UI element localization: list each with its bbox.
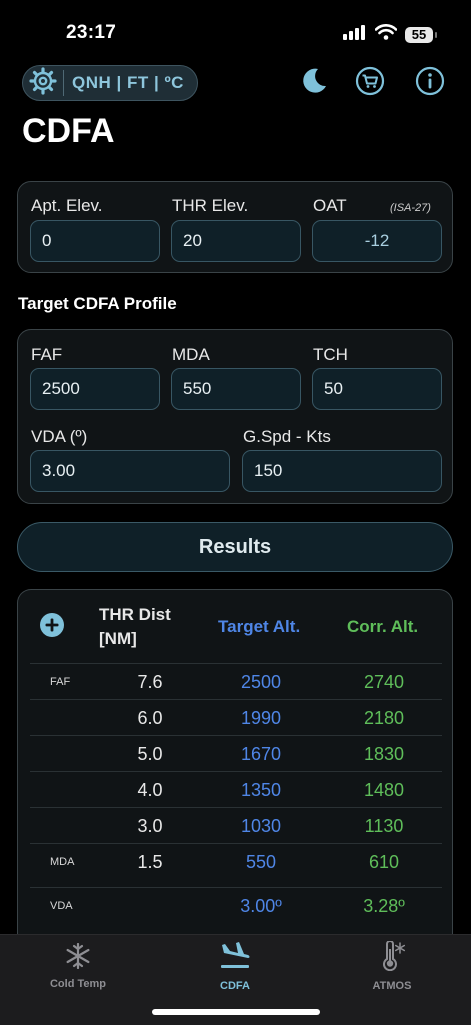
thermometer-icon xyxy=(378,940,406,976)
tab-cdfa-label: CDFA xyxy=(220,980,250,992)
corr-alt-cell: 1130 xyxy=(364,815,404,836)
apt-elev-label: Apt. Elev. xyxy=(31,196,103,215)
dark-mode-toggle[interactable] xyxy=(298,66,330,100)
target-alt-cell: 1990 xyxy=(240,707,282,728)
units-separator xyxy=(63,70,64,96)
results-card: THR Dist [NM] Target Alt. Corr. Alt. FAF… xyxy=(17,589,453,939)
target-alt-cell: 3.00º xyxy=(240,895,282,916)
table-row: MDA 1.5 550 610 xyxy=(30,843,442,880)
table-row: 4.0 1350 1480 xyxy=(30,771,442,808)
apt-elev-field[interactable]: 0 xyxy=(30,220,160,262)
tab-cold-temp-label: Cold Temp xyxy=(49,978,106,990)
airport-card: Apt. Elev. 0 THR Elev. 20 OAT (ISA-27) -… xyxy=(17,181,453,273)
units-label: QNH | FT | ºC xyxy=(72,73,184,92)
target-alt-cell: 1350 xyxy=(240,779,282,800)
thr-dist-cell: 7.6 xyxy=(137,671,163,692)
row-tag: FAF xyxy=(50,676,71,688)
vda-field[interactable]: 3.00 xyxy=(30,450,230,492)
profile-card: FAF 2500 MDA 550 TCH 50 VDA (º) 3.00 G.S… xyxy=(17,329,453,504)
oat-field[interactable]: -12 xyxy=(312,220,442,262)
home-indicator xyxy=(152,1009,320,1015)
tch-field[interactable]: 50 xyxy=(312,368,442,410)
gear-icon xyxy=(29,66,57,100)
page-title: CDFA xyxy=(22,112,115,150)
target-alt-cell: 1030 xyxy=(240,815,282,836)
corr-alt-cell: 2180 xyxy=(363,707,405,728)
thr-dist-cell xyxy=(125,888,175,924)
col-thr-dist-line1: THR Dist xyxy=(99,605,171,624)
snowflake-icon xyxy=(65,942,91,974)
moon-icon xyxy=(299,66,329,101)
info-button[interactable] xyxy=(414,66,446,100)
table-row: 5.0 1670 1830 xyxy=(30,735,442,772)
add-row-button[interactable] xyxy=(40,613,64,637)
corr-alt-cell: 610 xyxy=(368,851,400,872)
store-button[interactable] xyxy=(354,66,386,100)
row-tag: VDA xyxy=(50,900,73,912)
airplane-landing-icon xyxy=(219,941,251,976)
thr-dist-cell: 6.0 xyxy=(137,707,163,728)
col-thr-dist-line2: [NM] xyxy=(99,629,137,648)
corr-alt-cell: 2740 xyxy=(363,671,405,692)
col-thr-dist-header: THR Dist [NM] xyxy=(99,603,171,651)
target-alt-cell: 1670 xyxy=(240,743,282,764)
status-icons: 55 xyxy=(343,24,437,45)
status-time: 23:17 xyxy=(66,22,117,43)
table-row: FAF 7.6 2500 2740 xyxy=(30,663,442,700)
corr-alt-cell: 3.28º xyxy=(363,895,405,916)
table-row: VDA 3.00º 3.28º xyxy=(30,887,442,924)
row-tag: MDA xyxy=(50,856,75,868)
tab-atmos[interactable]: ATMOS xyxy=(332,935,452,995)
profile-section-title: Target CDFA Profile xyxy=(18,294,177,313)
cart-icon xyxy=(355,66,385,101)
thr-dist-cell: 4.0 xyxy=(137,779,163,800)
info-icon xyxy=(415,66,445,101)
corr-alt-cell: 1480 xyxy=(363,779,405,800)
mda-label: MDA xyxy=(172,345,210,364)
oat-label: OAT xyxy=(313,196,347,215)
plus-circle-icon xyxy=(40,613,64,641)
thr-dist-cell: 3.0 xyxy=(137,815,163,836)
thr-dist-cell: 1.5 xyxy=(137,851,163,872)
target-alt-cell: 2500 xyxy=(240,671,282,692)
isa-deviation-note: (ISA-27) xyxy=(390,202,431,214)
gspd-label: G.Spd - Kts xyxy=(243,427,331,446)
units-settings-button[interactable]: QNH | FT | ºC xyxy=(22,65,198,101)
tab-cold-temp[interactable]: Cold Temp xyxy=(18,935,138,995)
tab-cdfa[interactable]: CDFA xyxy=(175,935,295,995)
mda-field[interactable]: 550 xyxy=(171,368,301,410)
col-corr-alt-header: Corr. Alt. xyxy=(347,617,419,636)
wifi-icon xyxy=(374,24,398,45)
target-alt-cell: 550 xyxy=(245,851,277,872)
faf-field[interactable]: 2500 xyxy=(30,368,160,410)
thr-elev-label: THR Elev. xyxy=(172,196,249,215)
vda-label: VDA (º) xyxy=(31,427,88,446)
corr-alt-cell: 1830 xyxy=(363,743,405,764)
table-row: 3.0 1030 1130 xyxy=(30,807,442,844)
thr-dist-cell: 5.0 xyxy=(137,743,163,764)
table-row: 6.0 1990 2180 xyxy=(30,699,442,736)
faf-label: FAF xyxy=(31,345,63,364)
gspd-field[interactable]: 150 xyxy=(242,450,442,492)
tab-atmos-label: ATMOS xyxy=(372,980,412,992)
col-target-alt-header: Target Alt. xyxy=(218,617,301,636)
tch-label: TCH xyxy=(313,345,348,364)
signal-icon xyxy=(343,24,367,45)
results-button[interactable]: Results xyxy=(17,522,453,572)
battery-icon: 55 xyxy=(405,26,437,43)
thr-elev-field[interactable]: 20 xyxy=(171,220,301,262)
